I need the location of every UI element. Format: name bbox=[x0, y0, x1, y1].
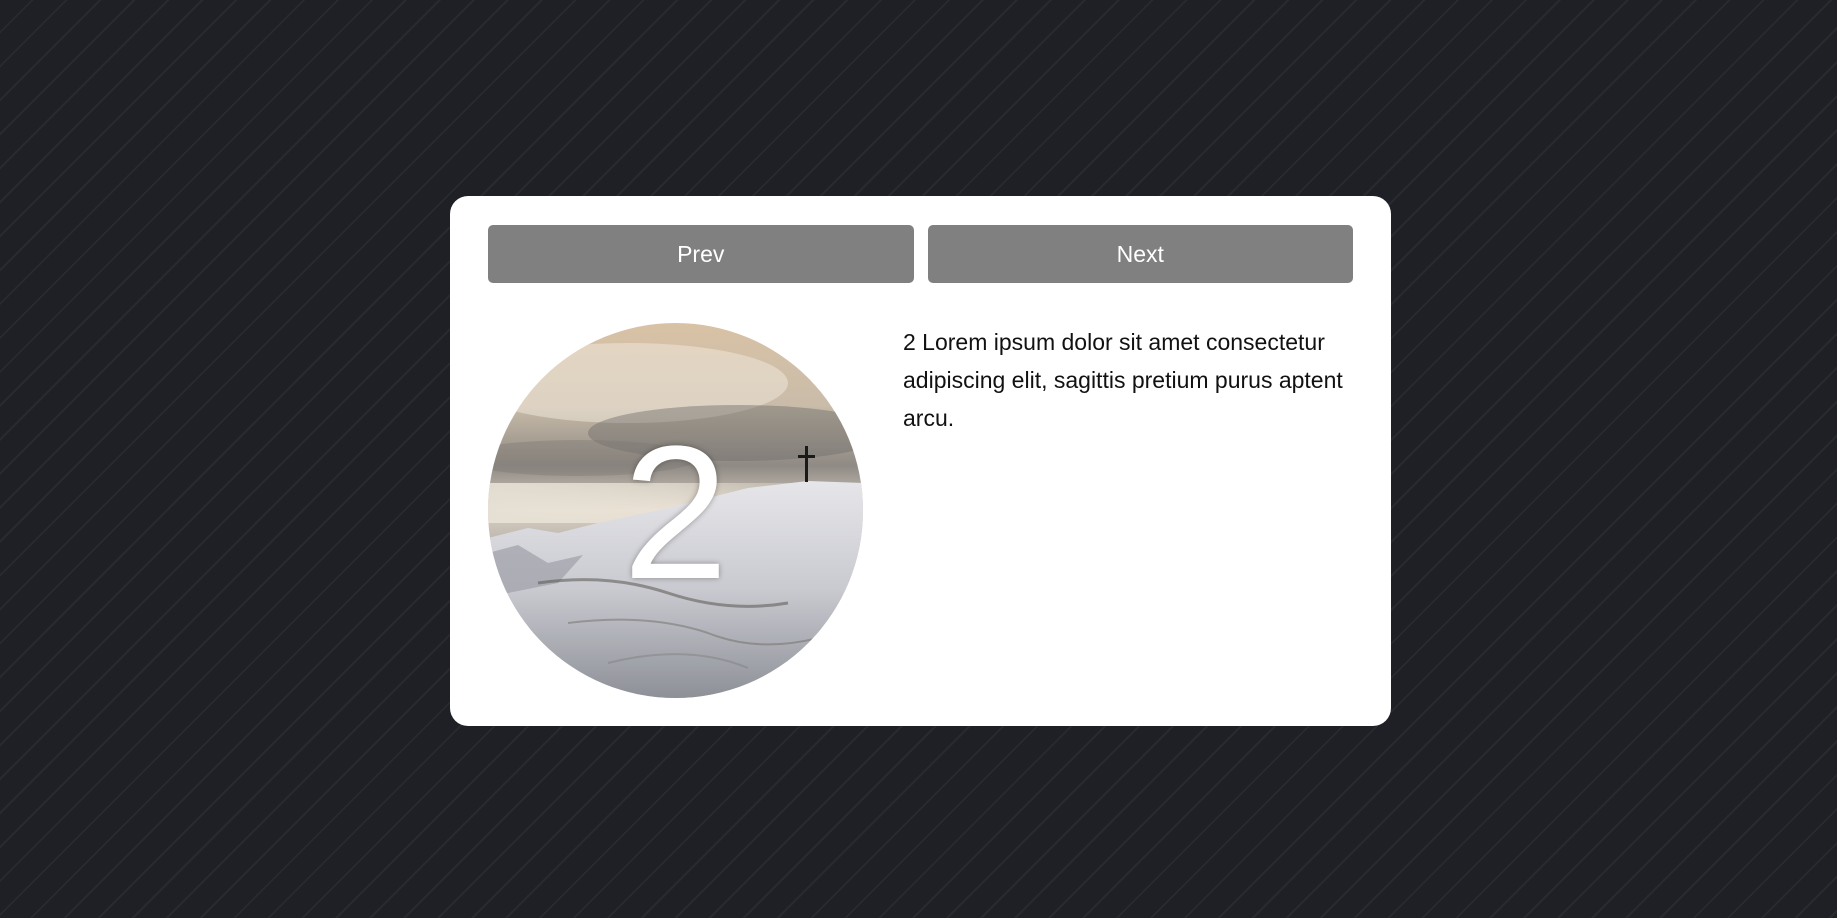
slider-card: Prev Next 2 2 Lorem ipsum dolor sit amet… bbox=[450, 196, 1391, 726]
slide-text: 2 Lorem ipsum dolor sit amet consectetur… bbox=[903, 329, 1343, 431]
slide-number: 2 bbox=[622, 406, 729, 619]
slide: 2 2 Lorem ipsum dolor sit amet consectet… bbox=[488, 323, 1353, 699]
slide-image: 2 bbox=[488, 323, 863, 698]
prev-button[interactable]: Prev bbox=[488, 225, 914, 283]
next-button[interactable]: Next bbox=[927, 225, 1353, 283]
slider-nav: Prev Next bbox=[488, 225, 1353, 283]
